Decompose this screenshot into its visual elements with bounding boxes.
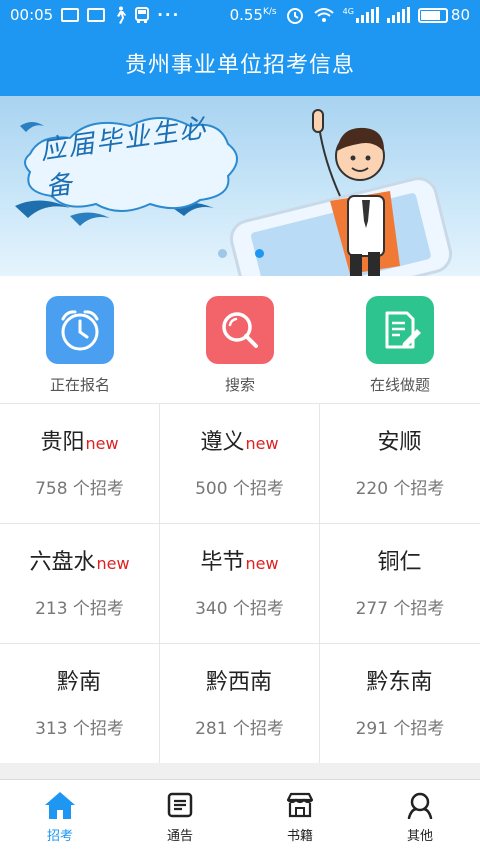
network-type: 4G xyxy=(342,7,354,16)
message-icon xyxy=(61,8,80,22)
region-name-wrap: 黔南 xyxy=(56,664,102,695)
clock-text: 00:05 xyxy=(10,6,54,24)
person-icon xyxy=(404,789,436,821)
region-name-wrap: 黔西南 xyxy=(205,664,273,695)
region-grid: 贵阳 new 758 个招考 遵义 new 500 个招考 安顺 220 个招考 六… xyxy=(0,403,480,764)
region-name: 贵阳 xyxy=(40,430,85,455)
quick-action-registering[interactable]: 正在报名 xyxy=(0,276,160,404)
region-cell-qiandongnan[interactable]: 黔东南 291 个招考 xyxy=(320,644,480,764)
region-count: 340 个招考 xyxy=(195,599,284,619)
promo-banner[interactable]: 应届毕业生必备 xyxy=(0,96,480,276)
alarm-icon xyxy=(286,8,303,24)
signal-4g-icon: 4G xyxy=(343,7,379,23)
quick-action-search[interactable]: 搜索 xyxy=(160,276,320,404)
battery-indicator: 80 xyxy=(417,6,470,24)
app-title-bar: 贵州事业单位招考信息 xyxy=(0,30,480,96)
region-name: 黔南 xyxy=(56,670,101,695)
bottom-nav: 招考 通告 书籍 其他 xyxy=(0,779,480,853)
region-cell-tongren[interactable]: 铜仁 277 个招考 xyxy=(320,524,480,644)
nav-label: 招考 xyxy=(46,829,73,844)
magnifier-icon[interactable] xyxy=(206,296,274,364)
carousel-indicator[interactable] xyxy=(218,249,264,258)
region-name: 遵义 xyxy=(200,430,245,455)
nav-tab-notices[interactable]: 通告 xyxy=(120,780,240,853)
wifi-icon xyxy=(313,8,334,22)
region-count: 313 个招考 xyxy=(35,719,124,739)
section-divider xyxy=(0,763,480,779)
region-name: 黔西南 xyxy=(205,670,272,695)
region-name: 铜仁 xyxy=(377,550,422,575)
region-name: 六盘水 xyxy=(29,550,96,575)
region-name-wrap: 贵阳 new xyxy=(40,424,119,455)
region-cell-zunyi[interactable]: 遵义 new 500 个招考 xyxy=(160,404,320,524)
status-left: 00:05 ··· xyxy=(10,6,180,24)
home-icon xyxy=(44,789,76,821)
quick-action-label: 搜索 xyxy=(224,376,255,394)
region-cell-liupanshui[interactable]: 六盘水 new 213 个招考 xyxy=(0,524,160,644)
region-count: 213 个招考 xyxy=(35,599,124,619)
walking-icon xyxy=(117,6,127,24)
region-name: 黔东南 xyxy=(366,670,433,695)
notice-icon xyxy=(164,789,196,821)
signal-icon xyxy=(386,7,410,23)
region-name: 安顺 xyxy=(377,430,422,455)
region-count: 281 个招考 xyxy=(195,719,284,739)
quick-action-practice[interactable]: 在线做题 xyxy=(320,276,480,404)
new-badge: new xyxy=(245,434,279,453)
region-count: 291 个招考 xyxy=(355,719,445,739)
quick-actions: 正在报名 搜索 在线做题 xyxy=(0,276,480,404)
more-notifications: ··· xyxy=(157,6,181,24)
battery-icon xyxy=(417,7,448,23)
nav-tab-books[interactable]: 书籍 xyxy=(240,780,360,853)
region-name-wrap: 黔东南 xyxy=(366,664,433,695)
region-name-wrap: 安顺 xyxy=(377,424,422,455)
region-count: 758 个招考 xyxy=(35,479,124,499)
net-speed-unit: K/s xyxy=(262,7,277,17)
document-edit-icon[interactable] xyxy=(366,296,434,364)
nav-tab-exams[interactable]: 招考 xyxy=(0,780,120,853)
alarm-clock-icon[interactable] xyxy=(46,296,114,364)
battery-level: 80 xyxy=(450,6,470,24)
region-count: 220 个招考 xyxy=(355,479,445,499)
new-badge: new xyxy=(96,554,130,573)
new-badge: new xyxy=(85,434,119,453)
region-count: 277 个招考 xyxy=(355,599,445,619)
region-name-wrap: 毕节 new xyxy=(200,544,279,575)
region-cell-anshun[interactable]: 安顺 220 个招考 xyxy=(320,404,480,524)
region-cell-qiannan[interactable]: 黔南 313 个招考 xyxy=(0,644,160,764)
region-name-wrap: 遵义 new xyxy=(200,424,279,455)
region-cell-guiyang[interactable]: 贵阳 new 758 个招考 xyxy=(0,404,160,524)
region-name: 毕节 xyxy=(200,550,245,575)
status-bar: 00:05 ··· 0.55K/s 4G 80 xyxy=(0,0,480,30)
region-cell-bijie[interactable]: 毕节 new 340 个招考 xyxy=(160,524,320,644)
nav-label: 书籍 xyxy=(286,829,313,844)
quick-action-label: 正在报名 xyxy=(49,376,110,394)
region-name-wrap: 铜仁 xyxy=(377,544,422,575)
quick-action-label: 在线做题 xyxy=(369,376,430,394)
nav-label: 其他 xyxy=(406,829,433,844)
region-name-wrap: 六盘水 new xyxy=(29,544,130,575)
nav-label: 通告 xyxy=(166,829,193,844)
status-right: 0.55K/s 4G 80 xyxy=(230,5,470,25)
bookstore-icon xyxy=(284,789,316,821)
nav-tab-other[interactable]: 其他 xyxy=(360,780,480,853)
page-title: 贵州事业单位招考信息 xyxy=(124,53,355,78)
carousel-dot-1[interactable] xyxy=(218,249,227,258)
bus-icon xyxy=(135,7,150,23)
carousel-dot-2[interactable] xyxy=(255,249,264,258)
net-speed: 0.55K/s xyxy=(230,6,277,24)
news-icon xyxy=(87,8,106,22)
new-badge: new xyxy=(245,554,279,573)
region-cell-qianxinan[interactable]: 黔西南 281 个招考 xyxy=(160,644,320,764)
region-count: 500 个招考 xyxy=(195,479,284,499)
net-speed-value: 0.55 xyxy=(229,6,263,24)
